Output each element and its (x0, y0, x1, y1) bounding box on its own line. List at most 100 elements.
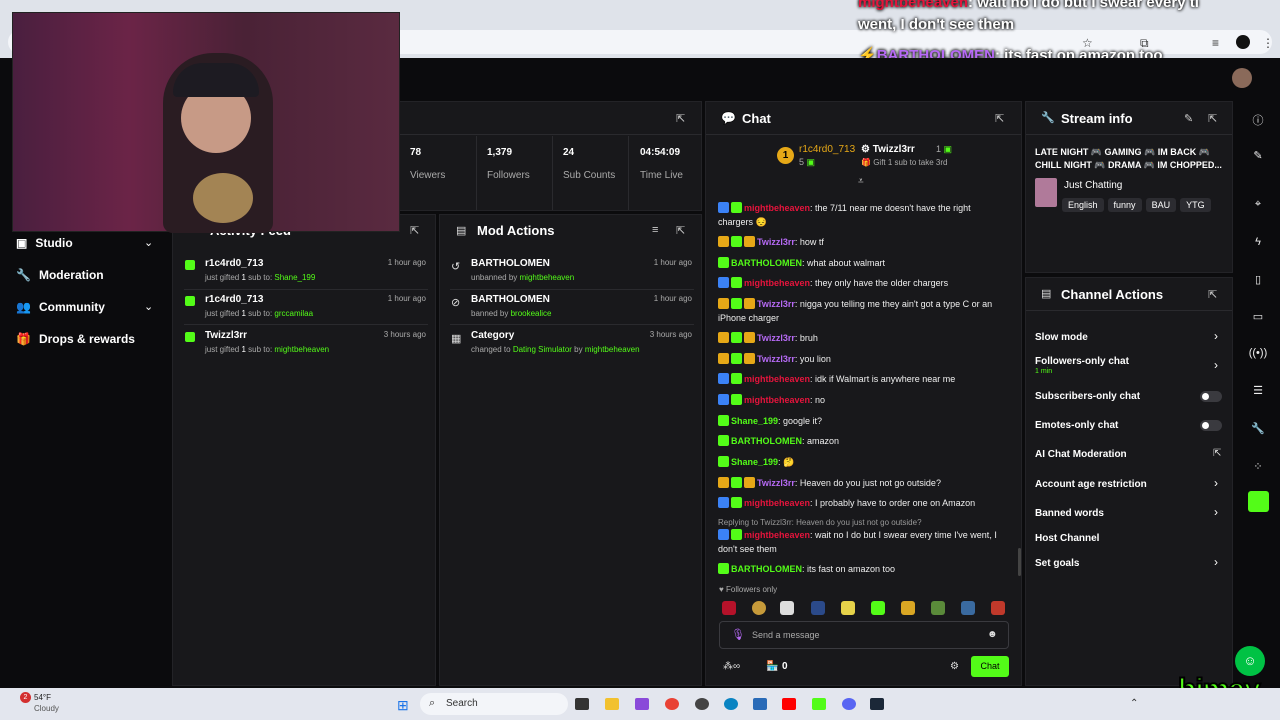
store-icon[interactable]: 🏪 (766, 661, 778, 672)
subscribers-only-label[interactable]: Subscribers-only chat (1035, 391, 1140, 402)
slow-mode-label[interactable]: Slow mode (1035, 332, 1088, 343)
apps-icon[interactable]: ⁘ (1248, 460, 1268, 473)
chat-username[interactable]: mightbeheaven (744, 395, 810, 405)
mod-action-target[interactable]: mightbeheaven (585, 345, 640, 354)
emote-icon[interactable] (752, 601, 766, 615)
account-age-label[interactable]: Account age restriction (1035, 479, 1147, 490)
mod-action-target[interactable]: Dating Simulator (513, 345, 572, 354)
mic-icon[interactable]: 🎙 (731, 628, 745, 641)
second-gifter[interactable]: ⚙ Twizzl3rr (861, 144, 915, 155)
popout-icon[interactable]: ⇱ (676, 112, 685, 125)
mod-action-target[interactable]: mightbeheaven (520, 273, 575, 282)
tray-chevron-icon[interactable]: ⌃ (1130, 698, 1138, 709)
host-channel-label[interactable]: Host Channel (1035, 533, 1099, 544)
emoji-icon[interactable]: ☻ (987, 629, 998, 640)
chat-bubble-icon[interactable]: ▭ (1248, 310, 1268, 323)
external-link-icon[interactable]: ⇱ (1213, 448, 1221, 459)
list-icon[interactable]: ☰ (1248, 384, 1268, 397)
send-chat-button[interactable]: Chat (971, 656, 1009, 677)
mod-action-target[interactable]: brookealice (511, 309, 552, 318)
sidebar-item-studio[interactable]: ▣ Studio (16, 236, 156, 250)
chat-username[interactable]: Twizzl3rr (757, 478, 795, 488)
chat-username[interactable]: mightbeheaven (744, 203, 810, 213)
wrench-icon[interactable]: 🔧 (1248, 422, 1268, 435)
popout-icon[interactable]: ⇱ (1208, 288, 1217, 301)
document-icon[interactable]: ▯ (1248, 273, 1268, 286)
chevron-right-icon[interactable]: › (1214, 476, 1218, 490)
sidebar-item-drops[interactable]: 🎁 Drops & rewards (16, 332, 135, 346)
chevron-down-icon[interactable]: ⌄ (144, 300, 153, 313)
set-goals-label[interactable]: Set goals (1035, 558, 1079, 569)
emote-icon[interactable] (961, 601, 975, 615)
chevron-right-icon[interactable]: › (1214, 555, 1218, 569)
store-icon[interactable] (753, 698, 767, 710)
chat-username[interactable]: Twizzl3rr (757, 237, 795, 247)
ai-moderation-label[interactable]: AI Chat Moderation (1035, 449, 1127, 460)
broadcast-icon[interactable]: ((•)) (1248, 347, 1268, 359)
taskview-icon[interactable] (575, 698, 589, 710)
chrome-profile-icon[interactable] (695, 698, 709, 710)
discord-icon[interactable] (842, 698, 856, 710)
emote-icon[interactable] (722, 601, 736, 615)
popout-icon[interactable]: ⇱ (995, 112, 1004, 125)
kick-icon[interactable] (1248, 491, 1269, 512)
windows-start-icon[interactable]: ⊞ (397, 697, 409, 714)
popout-icon[interactable]: ⇱ (1208, 112, 1217, 125)
emote-icon[interactable] (931, 601, 945, 615)
avatar[interactable] (1232, 68, 1252, 88)
chat-username[interactable]: BARTHOLOMEN (731, 564, 802, 574)
chevron-right-icon[interactable]: › (1214, 329, 1218, 343)
chevron-down-icon[interactable]: ⌄ (144, 236, 153, 249)
chevron-right-icon[interactable]: › (1214, 358, 1218, 372)
emotes-only-label[interactable]: Emotes-only chat (1035, 420, 1118, 431)
chat-username[interactable]: mightbeheaven (744, 530, 810, 540)
app-icon[interactable] (635, 698, 649, 710)
emote-icon[interactable] (841, 601, 855, 615)
chat-username[interactable]: BARTHOLOMEN (731, 258, 802, 268)
chat-username[interactable]: mightbeheaven (744, 374, 810, 384)
edit-icon[interactable]: ✎ (1184, 112, 1193, 125)
subscribers-only-toggle[interactable] (1200, 391, 1222, 402)
taskbar-search[interactable] (420, 693, 568, 715)
feed-item-target[interactable]: grccamilaa (274, 309, 313, 318)
collapse-icon[interactable]: ⩡ (858, 176, 864, 187)
support-icon[interactable]: ☺ (1235, 646, 1265, 676)
settings-icon[interactable]: ⚙ (950, 661, 959, 672)
file-explorer-icon[interactable] (605, 698, 619, 710)
filter-icon[interactable]: ≡ (652, 224, 658, 236)
popout-icon[interactable]: ⇱ (410, 224, 419, 237)
feed-item-target[interactable]: Shane_199 (274, 273, 315, 282)
emote-icon[interactable] (901, 601, 915, 615)
chrome-icon[interactable] (665, 698, 679, 710)
sidebar-item-moderation[interactable]: 🔧 Moderation (16, 268, 104, 282)
chat-username[interactable]: Twizzl3rr (757, 354, 795, 364)
popout-icon[interactable]: ⇱ (676, 224, 685, 237)
pencil-icon[interactable]: ✎ (1248, 149, 1268, 162)
chevron-right-icon[interactable]: › (1214, 505, 1218, 519)
profile-icon[interactable] (1236, 35, 1250, 49)
chat-username[interactable]: mightbeheaven (744, 278, 810, 288)
emotes-only-toggle[interactable] (1200, 420, 1222, 431)
chat-username[interactable]: Twizzl3rr (757, 299, 795, 309)
info-icon[interactable]: ⓘ (1248, 112, 1268, 128)
banned-words-label[interactable]: Banned words (1035, 508, 1104, 519)
menu-icon[interactable]: ≡ (1212, 36, 1219, 50)
points-icon[interactable]: ⁂∞ (723, 661, 740, 672)
sidebar-item-community[interactable]: 👥 Community (16, 300, 105, 314)
bolt-icon[interactable]: ϟ (1248, 236, 1268, 248)
chat-username[interactable]: mightbeheaven (744, 498, 810, 508)
top-gifter-name[interactable]: r1c4rd0_713 (799, 144, 855, 155)
emote-icon[interactable] (811, 601, 825, 615)
kebab-icon[interactable]: ⋮ (1262, 36, 1274, 50)
feed-item-target[interactable]: mightbeheaven (274, 345, 329, 354)
chat-username[interactable]: Shane_199 (731, 457, 778, 467)
emote-icon[interactable] (991, 601, 1005, 615)
steam-icon[interactable] (870, 698, 884, 710)
chat-username[interactable]: Shane_199 (731, 416, 778, 426)
emote-icon[interactable] (780, 601, 794, 615)
emote-icon[interactable] (871, 601, 885, 615)
chat-scrollbar[interactable] (1018, 548, 1021, 576)
followers-only-label[interactable]: Followers-only chat (1035, 356, 1129, 367)
focus-icon[interactable]: ⌖ (1248, 198, 1268, 211)
chat-username[interactable]: Twizzl3rr (757, 333, 795, 343)
